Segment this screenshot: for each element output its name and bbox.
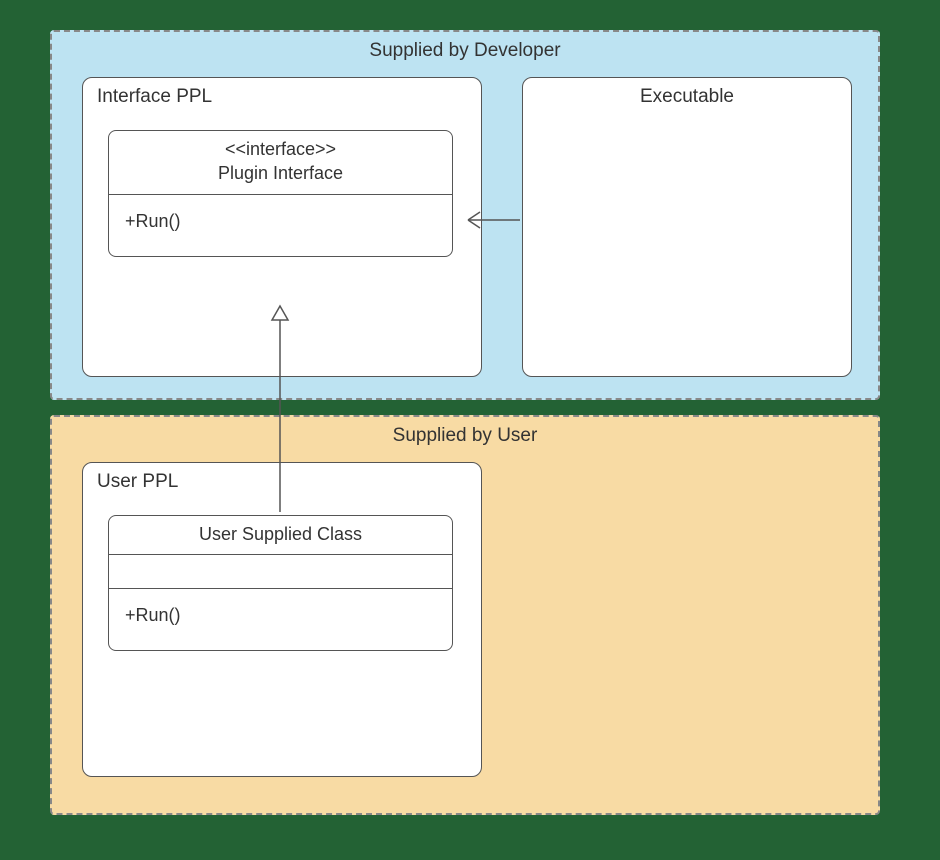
region-developer: Supplied by Developer Interface PPL <<in…: [50, 30, 880, 400]
class-user-supplied-attrs: [109, 554, 452, 588]
region-user: Supplied by User User PPL User Supplied …: [50, 415, 880, 815]
class-plugin-interface-stereotype: <<interface>>: [113, 137, 448, 161]
package-user-ppl: User PPL User Supplied Class +Run(): [82, 462, 482, 777]
package-executable-title: Executable: [523, 86, 851, 108]
region-user-title: Supplied by User: [52, 425, 878, 447]
package-interface-ppl: Interface PPL <<interface>> Plugin Inter…: [82, 77, 482, 377]
class-user-supplied-op: +Run(): [125, 605, 436, 626]
package-executable: Executable: [522, 77, 852, 377]
package-user-ppl-title: User PPL: [97, 471, 178, 493]
class-plugin-interface-ops: +Run(): [109, 194, 452, 256]
class-user-supplied-name: User Supplied Class: [199, 524, 362, 544]
class-user-supplied-header: User Supplied Class: [109, 516, 452, 554]
class-plugin-interface-header: <<interface>> Plugin Interface: [109, 131, 452, 194]
region-developer-title: Supplied by Developer: [52, 40, 878, 62]
class-plugin-interface: <<interface>> Plugin Interface +Run(): [108, 130, 453, 257]
package-interface-ppl-title: Interface PPL: [97, 86, 212, 108]
class-plugin-interface-name: Plugin Interface: [218, 163, 343, 183]
class-user-supplied-ops: +Run(): [109, 588, 452, 650]
class-plugin-interface-op: +Run(): [125, 211, 436, 232]
class-user-supplied: User Supplied Class +Run(): [108, 515, 453, 651]
